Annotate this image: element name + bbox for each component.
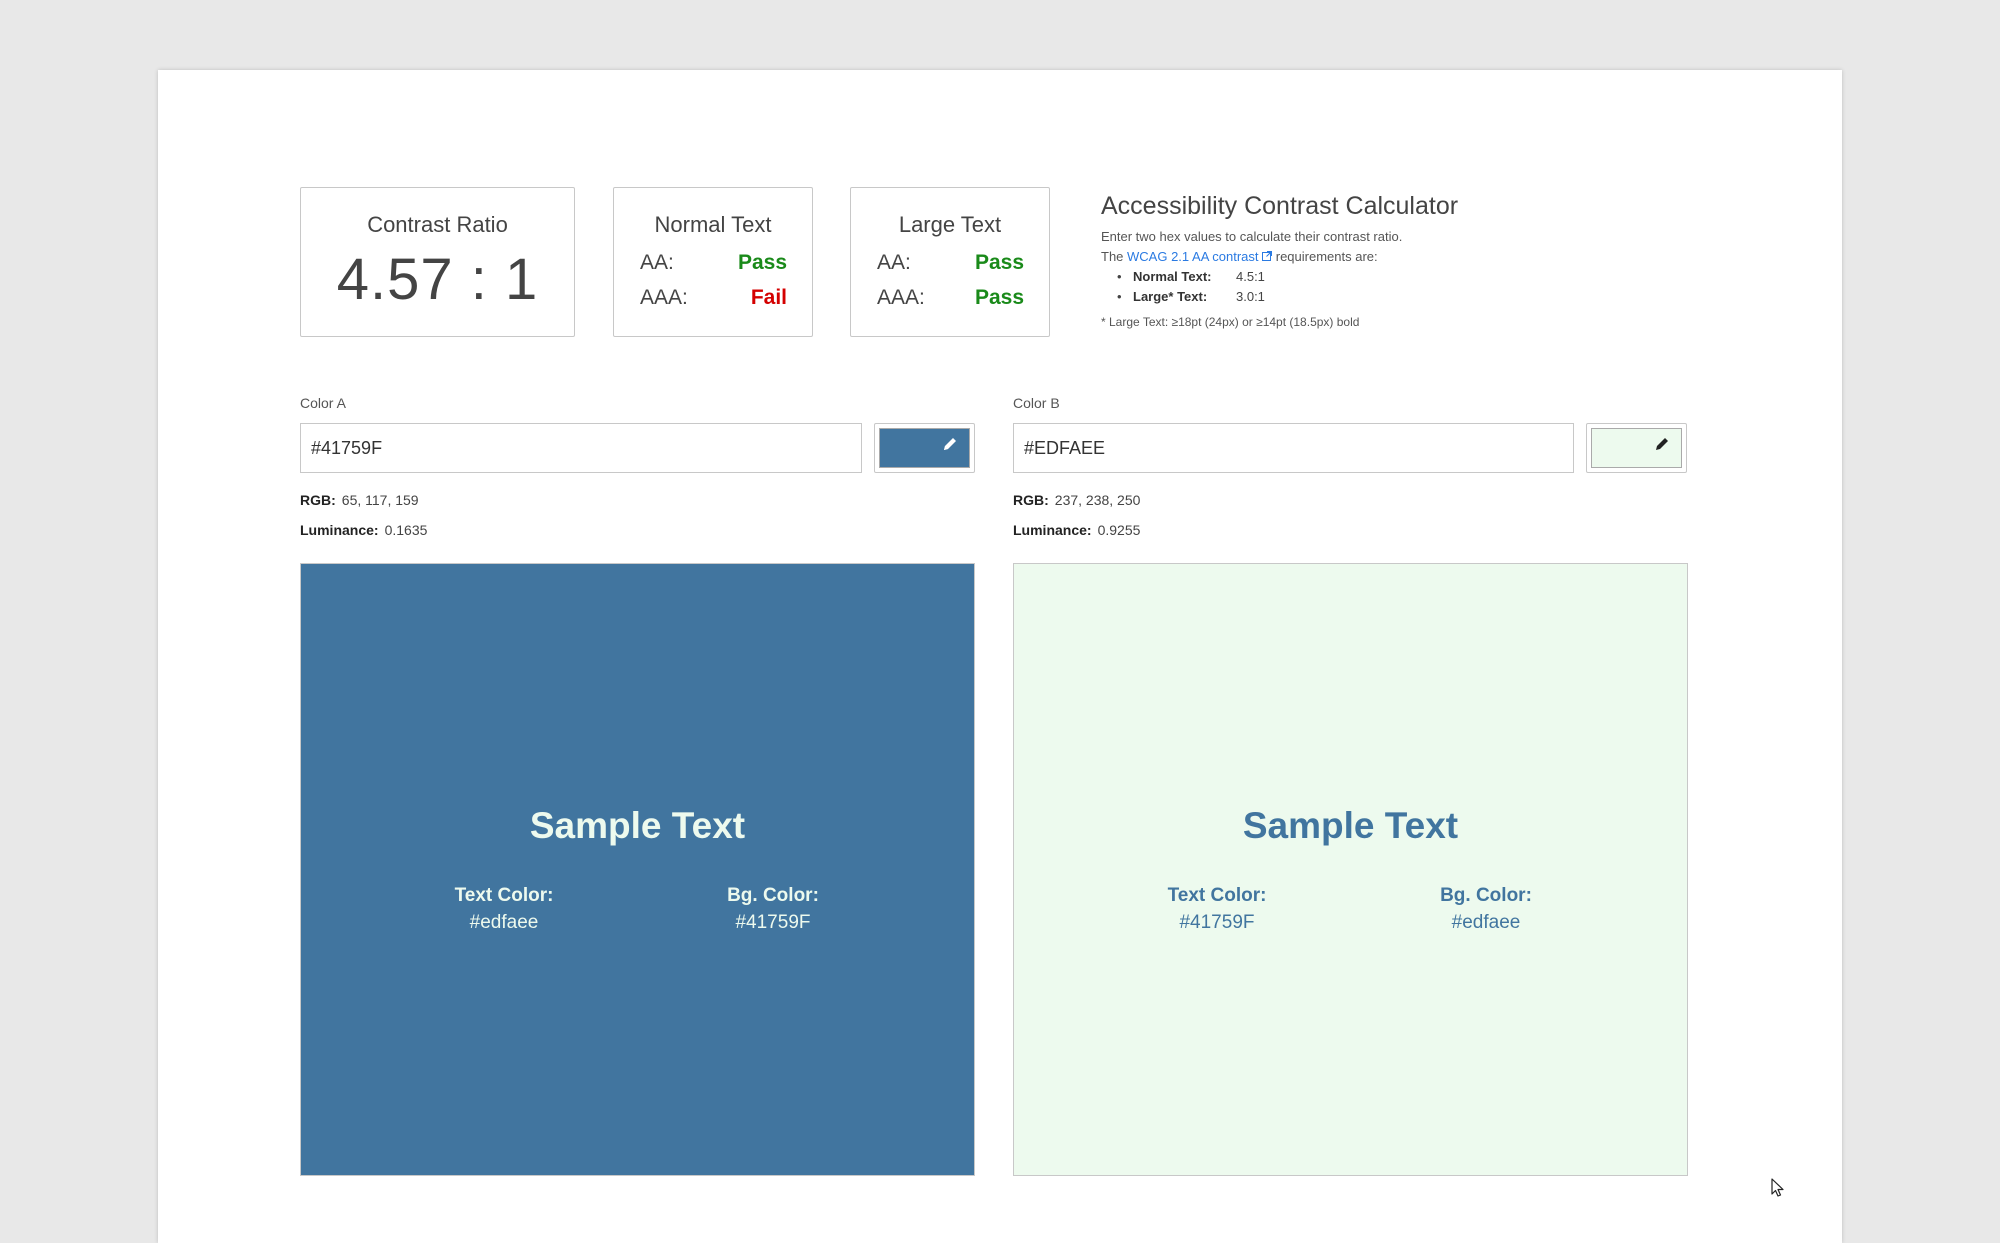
sample-a-bg-color: Bg. Color: #41759F (673, 882, 873, 936)
sample-panel-b: Sample Text Text Color: #41759F Bg. Colo… (1013, 563, 1688, 1176)
info-intro: Enter two hex values to calculate their … (1101, 229, 1403, 244)
calculator-page: Contrast Ratio 4.57 : 1 Normal Text AA: … (158, 70, 1842, 1243)
color-a-luminance-value: 0.1635 (384, 522, 428, 538)
normal-aa-result: Pass (737, 251, 787, 274)
sample-b-bg-color-value: #edfaee (1451, 912, 1521, 933)
requirement-large: • Large* Text: 3.0:1 (1117, 289, 1317, 305)
color-b-label: Color B (1013, 395, 1060, 411)
large-text-footnote: * Large Text: ≥18pt (24px) or ≥14pt (18.… (1101, 315, 1360, 329)
normal-text-card: Normal Text AA: Pass AAA: Fail (613, 187, 813, 337)
wcag-link[interactable]: WCAG 2.1 AA contrast (1127, 249, 1259, 264)
sample-a-text-color-label: Text Color: (454, 885, 554, 906)
requirement-large-label: Large* Text: (1133, 289, 1208, 304)
color-b-luminance-label: Luminance: (1013, 522, 1092, 538)
sample-a-bg-color-value: #41759F (735, 912, 811, 933)
requirement-normal: • Normal Text: 4.5:1 (1117, 269, 1317, 285)
large-aa-result: Pass (974, 251, 1024, 274)
page-title: Accessibility Contrast Calculator (1101, 192, 1459, 220)
large-aaa-label: AAA: (877, 286, 925, 309)
info-requirements-line: The WCAG 2.1 AA contrast requirements ar… (1101, 249, 1378, 264)
color-b-input[interactable] (1013, 423, 1574, 473)
color-b-luminance-value: 0.9255 (1097, 522, 1141, 538)
pencil-icon (940, 434, 960, 454)
sample-b-text-color-value: #41759F (1179, 912, 1255, 933)
large-aa-label: AA: (877, 251, 911, 274)
color-a-luminance: Luminance: 0.1635 (300, 522, 427, 538)
sample-a-text-color-value: #edfaee (469, 912, 539, 933)
large-aaa-result: Pass (974, 286, 1024, 309)
color-a-label: Color A (300, 395, 346, 411)
color-a-rgb: RGB: 65, 117, 159 (300, 492, 419, 508)
color-b-rgb: RGB: 237, 238, 250 (1013, 492, 1140, 508)
color-a-input[interactable] (300, 423, 862, 473)
normal-aa-label: AA: (640, 251, 674, 274)
requirement-large-value: 3.0:1 (1236, 289, 1265, 304)
sample-b-title: Sample Text (1242, 805, 1459, 846)
large-text-card: Large Text AA: Pass AAA: Pass (850, 187, 1050, 337)
sample-b-text-color: Text Color: #41759F (1117, 882, 1317, 936)
external-link-icon[interactable] (1262, 251, 1273, 264)
color-a-rgb-label: RGB: (300, 492, 336, 508)
color-a-rgb-value: 65, 117, 159 (341, 492, 419, 508)
bullet: • (1117, 289, 1122, 304)
large-text-title: Large Text (898, 212, 1002, 237)
req-suffix: requirements are: (1272, 249, 1378, 264)
sample-a-title: Sample Text (529, 805, 746, 846)
requirement-normal-value: 4.5:1 (1236, 269, 1265, 284)
normal-text-title: Normal Text (654, 212, 772, 237)
color-b-rgb-value: 237, 238, 250 (1054, 492, 1141, 508)
requirement-normal-label: Normal Text: (1133, 269, 1212, 284)
normal-aaa-label: AAA: (640, 286, 688, 309)
sample-b-bg-color: Bg. Color: #edfaee (1386, 882, 1586, 936)
contrast-ratio-value: 4.57 : 1 (336, 247, 539, 312)
sample-a-bg-color-label: Bg. Color: (727, 885, 819, 906)
sample-panel-a: Sample Text Text Color: #edfaee Bg. Colo… (300, 563, 975, 1176)
contrast-ratio-title: Contrast Ratio (367, 212, 508, 237)
color-b-picker[interactable] (1586, 423, 1687, 473)
contrast-ratio-card: Contrast Ratio 4.57 : 1 (300, 187, 575, 337)
sample-b-text-color-label: Text Color: (1167, 885, 1267, 906)
sample-b-bg-color-label: Bg. Color: (1440, 885, 1532, 906)
color-a-picker[interactable] (874, 423, 975, 473)
color-b-rgb-label: RGB: (1013, 492, 1049, 508)
color-a-luminance-label: Luminance: (300, 522, 379, 538)
req-prefix: The (1101, 249, 1128, 264)
bullet: • (1117, 269, 1122, 284)
sample-a-text-color: Text Color: #edfaee (404, 882, 604, 936)
normal-aaa-result: Fail (750, 286, 787, 309)
mouse-pointer-icon (1771, 1178, 1785, 1203)
color-b-luminance: Luminance: 0.9255 (1013, 522, 1140, 538)
pencil-icon (1652, 434, 1672, 454)
